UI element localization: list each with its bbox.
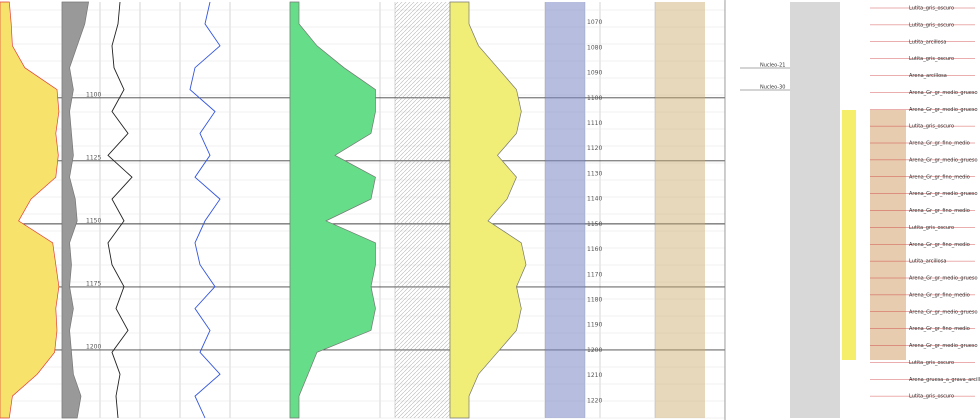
depth-marker-label: 1170	[587, 271, 602, 278]
depth-marker-label: 1150	[587, 221, 602, 228]
lithology-label: Arena_Gr_gr_fino_medio	[909, 242, 970, 248]
depth-marker-label: 1140	[587, 196, 602, 203]
depth-tick-label: 1200	[86, 343, 101, 350]
depth-marker-label: 1110	[587, 120, 602, 127]
depth-marker-label: 1100	[587, 95, 602, 102]
lithology-label: Lutita_gris_oscuro	[909, 360, 954, 366]
depth-tick-label: 1100	[86, 91, 101, 98]
depth-tick-label: 1125	[86, 154, 101, 161]
lithology-label: Arena_Gr_gr_medio_grueso	[909, 343, 978, 349]
depth-marker-label: 1070	[587, 19, 602, 26]
lithology-label: Lutita_gris_oscuro	[909, 6, 954, 12]
depth-marker-label: 1220	[587, 397, 602, 404]
depth-tick-label: 1175	[86, 280, 101, 287]
depth-tick-label: 1150	[86, 217, 101, 224]
right-panel: Lutita_gris_oscuro Lutita_gris_oscuro Luti…	[724, 0, 980, 420]
lithology-label: Arena_Gr_gr_fino_medio	[909, 326, 970, 332]
lithology-label: Lutita_gris_oscuro	[909, 394, 954, 400]
lithology-label: Lutita_gris_oscuro	[909, 22, 954, 28]
core-annotation: Nucleo-30	[760, 85, 785, 91]
depth-marker-label: 1160	[587, 246, 602, 253]
lithology-label: Arena_Gr_gr_fino_medio	[909, 141, 970, 147]
lithology-label: Lutita_gris_oscuro	[909, 124, 954, 130]
right-tan-column	[870, 110, 906, 360]
lithology-label: Arena_arcillosa	[909, 73, 947, 79]
depth-marker-label: 1200	[587, 347, 602, 354]
lithology-label: Lutita_gris_oscuro	[909, 225, 954, 231]
lithology-label: Arena_Gr_gr_medio_grueso	[909, 276, 978, 282]
well-log-figure: 1100 1125 1150 1175 1200 1070 1080 1090 1100 1110…	[0, 0, 980, 420]
depth-marker-label: 1120	[587, 145, 602, 152]
right-yellow-column	[842, 110, 856, 360]
lithology-label: Lutita_arcillosa	[909, 39, 946, 45]
lithology-label: Arena_gruesa_a_grava_arcillosa	[909, 377, 980, 383]
depth-marker-label: 1090	[587, 70, 602, 77]
depth-marker-label: 1180	[587, 297, 602, 304]
hatched-track	[395, 2, 450, 418]
left-panel: 1100 1125 1150 1175 1200 1070 1080 1090 1100 1110…	[0, 0, 726, 420]
lithology-label: Lutita_arcillosa	[909, 259, 946, 265]
sand-track	[655, 2, 705, 418]
depth-marker-label: 1210	[587, 372, 602, 379]
lithology-label: Arena_Gr_gr_medio_grueso	[909, 309, 978, 315]
depth-marker-label: 1190	[587, 322, 602, 329]
lithology-label: Arena_Gr_gr_fino_medio	[909, 292, 970, 298]
depth-marker-label: 1130	[587, 170, 602, 177]
lithology-label: Arena_Gr_gr_medio_grueso	[909, 90, 978, 96]
lithology-label: Arena_Gr_gr_fino_medio	[909, 208, 970, 214]
left-panel-background	[0, 0, 725, 420]
lithology-label: Arena_Gr_gr_medio_grueso	[909, 107, 978, 113]
lithology-label: Arena_Gr_gr_fino_medio	[909, 174, 970, 180]
lithology-label: Lutita_gris_oscuro	[909, 56, 954, 62]
right-grey-track	[790, 2, 840, 418]
lithology-label: Arena_Gr_gr_medio_grueso	[909, 191, 978, 197]
lithology-label: Arena_Gr_gr_medio_grueso	[909, 157, 978, 163]
core-annotation: Nucleo-21	[760, 63, 785, 69]
well-log-chart: 1100 1125 1150 1175 1200 1070 1080 1090 1100 1110…	[0, 0, 980, 420]
depth-marker-label: 1080	[587, 44, 602, 51]
lithology-strip	[545, 2, 585, 418]
